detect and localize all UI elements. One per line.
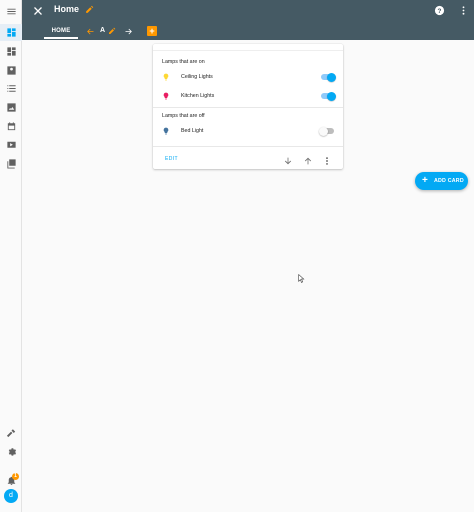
account-box-icon bbox=[6, 65, 16, 75]
help-icon[interactable]: ? bbox=[434, 5, 445, 16]
add-view-button[interactable]: + bbox=[147, 26, 157, 36]
view-dashboard-icon bbox=[6, 46, 16, 56]
gear-icon bbox=[8, 447, 16, 456]
entity-name: Kitchen Lights bbox=[181, 93, 215, 99]
card-actions: EDIT bbox=[153, 146, 343, 169]
toggle-switch[interactable] bbox=[321, 91, 336, 101]
move-down-button[interactable] bbox=[283, 153, 293, 165]
dashboard-icon bbox=[6, 27, 16, 37]
card-header-strip bbox=[153, 44, 343, 51]
card-options-button[interactable] bbox=[322, 153, 332, 165]
more-vert-icon bbox=[326, 157, 328, 165]
view-badge: A bbox=[100, 27, 106, 34]
bulb-icon bbox=[163, 73, 169, 81]
entity-name: Bed Light bbox=[181, 128, 204, 134]
format-list-icon bbox=[6, 84, 16, 92]
entity-row-ceiling-lights[interactable]: Ceiling Lights bbox=[153, 70, 343, 84]
arrow-up-icon bbox=[304, 157, 312, 165]
toggle-switch[interactable] bbox=[319, 126, 334, 136]
sidebar-item-logbook[interactable] bbox=[4, 81, 18, 95]
chart-box-icon bbox=[6, 102, 16, 112]
gallery-icon bbox=[6, 158, 16, 169]
mouse-cursor-icon bbox=[298, 274, 305, 283]
bulb-icon bbox=[163, 92, 169, 100]
sidebar-item-developer-tools[interactable] bbox=[4, 425, 18, 439]
calendar-icon bbox=[7, 121, 15, 130]
svg-text:?: ? bbox=[438, 8, 442, 15]
notification-badge: 1 bbox=[12, 473, 19, 480]
arrow-right-icon[interactable] bbox=[124, 27, 133, 36]
entity-row-bed-light[interactable]: Bed Light bbox=[153, 124, 343, 138]
toggle-switch[interactable] bbox=[321, 72, 336, 82]
sidebar-item-settings[interactable] bbox=[4, 444, 18, 458]
pencil-icon[interactable] bbox=[85, 5, 94, 14]
page-title: Home bbox=[54, 4, 80, 14]
pencil-icon[interactable] bbox=[108, 27, 116, 35]
sidebar-item-map[interactable] bbox=[4, 63, 18, 77]
hammer-icon bbox=[6, 428, 15, 437]
plus-icon: + bbox=[422, 175, 428, 186]
menu-icon[interactable] bbox=[4, 4, 18, 18]
bulb-icon bbox=[163, 127, 169, 135]
add-card-label: ADD CARD bbox=[434, 178, 464, 184]
close-icon[interactable] bbox=[32, 5, 44, 17]
entities-card: Lamps that are on Ceiling Lights Kitchen… bbox=[153, 44, 343, 169]
section-title: Lamps that are off bbox=[162, 113, 205, 119]
entity-name: Ceiling Lights bbox=[181, 74, 213, 80]
sidebar-item-gallery[interactable] bbox=[4, 156, 18, 170]
toggle-knob bbox=[327, 72, 336, 82]
sidebar-item-history[interactable] bbox=[4, 100, 18, 114]
sidebar-item-dashboard[interactable] bbox=[4, 44, 18, 58]
section-title: Lamps that are on bbox=[162, 59, 205, 65]
sidebar-item-calendar[interactable] bbox=[4, 119, 18, 133]
edit-card-button[interactable]: EDIT bbox=[165, 156, 178, 162]
edit-mode-toolbar: Home ? HOME A + bbox=[22, 0, 474, 40]
toggle-knob bbox=[327, 91, 336, 101]
sidebar-item-media[interactable] bbox=[4, 137, 18, 151]
add-card-button[interactable]: + ADD CARD bbox=[415, 172, 468, 190]
arrow-down-icon bbox=[284, 157, 292, 165]
entity-row-kitchen-lights[interactable]: Kitchen Lights bbox=[153, 89, 343, 103]
tab-active-indicator bbox=[44, 37, 78, 39]
sidebar: 1 d bbox=[0, 0, 22, 512]
more-vert-icon[interactable] bbox=[458, 5, 469, 16]
move-up-button[interactable] bbox=[303, 153, 313, 165]
arrow-left-icon[interactable] bbox=[86, 27, 95, 36]
media-icon bbox=[6, 141, 16, 148]
section-divider bbox=[153, 107, 343, 108]
toggle-knob bbox=[319, 126, 328, 136]
sidebar-item-overview[interactable] bbox=[4, 25, 18, 39]
avatar[interactable]: d bbox=[4, 489, 18, 503]
